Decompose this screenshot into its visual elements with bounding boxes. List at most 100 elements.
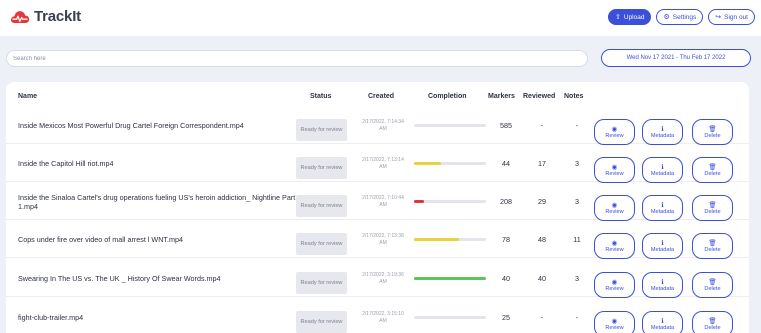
review-button[interactable]: ◉ Review bbox=[594, 272, 635, 298]
notes-count: - bbox=[575, 121, 579, 130]
created-ampm: AM bbox=[379, 317, 387, 324]
metadata-button[interactable]: ℹ Metadata bbox=[642, 311, 683, 333]
status-badge: Ready for review bbox=[296, 119, 347, 141]
header-reviewed[interactable]: Reviewed bbox=[523, 93, 555, 100]
completion-fill bbox=[414, 277, 486, 280]
sign-out-label: Sign out bbox=[724, 13, 748, 21]
delete-button[interactable]: 🗑 Delete bbox=[692, 272, 733, 298]
info-icon: ℹ bbox=[661, 278, 664, 286]
delete-button[interactable]: 🗑 Delete bbox=[692, 195, 733, 221]
review-button[interactable]: ◉ Review bbox=[594, 195, 635, 221]
eye-icon: ◉ bbox=[611, 278, 618, 286]
video-name[interactable]: fight-club-trailer.mp4 bbox=[18, 299, 300, 333]
app-title: TrackIt bbox=[34, 8, 81, 25]
trash-icon: 🗑 bbox=[708, 278, 717, 286]
metadata-label: Metadata bbox=[650, 170, 675, 177]
search-input[interactable] bbox=[6, 50, 588, 67]
review-button[interactable]: ◉ Review bbox=[594, 233, 635, 259]
created-cell: 2/17/2022, 3:19:36 AM bbox=[356, 260, 410, 297]
review-label: Review bbox=[605, 285, 624, 292]
delete-button[interactable]: 🗑 Delete bbox=[692, 119, 733, 145]
review-label: Review bbox=[605, 170, 624, 177]
markers-count: 208 bbox=[500, 197, 512, 206]
completion-bar bbox=[414, 299, 486, 333]
created-ampm: AM bbox=[379, 201, 387, 208]
delete-label: Delete bbox=[704, 246, 721, 253]
created-date: 2/17/2022, 7:10:44 bbox=[362, 195, 404, 201]
completion-track bbox=[414, 162, 486, 165]
table-row[interactable]: Swearing In The US vs. The UK _ History … bbox=[6, 260, 749, 298]
metadata-label: Metadata bbox=[650, 285, 675, 292]
settings-button[interactable]: ⚙ Settings bbox=[656, 9, 704, 25]
sign-out-icon: ↪ bbox=[715, 14, 722, 21]
created-ampm: AM bbox=[379, 125, 387, 132]
delete-button[interactable]: 🗑 Delete bbox=[692, 233, 733, 259]
metadata-button[interactable]: ℹ Metadata bbox=[642, 119, 683, 145]
video-name[interactable]: Swearing In The US vs. The UK _ History … bbox=[18, 260, 300, 297]
info-icon: ℹ bbox=[661, 163, 664, 171]
created-cell: 2/17/2022, 7:10:44 AM bbox=[356, 183, 410, 220]
metadata-button[interactable]: ℹ Metadata bbox=[642, 195, 683, 221]
upload-label: Upload bbox=[623, 13, 645, 21]
markers-count: 25 bbox=[502, 313, 510, 322]
created-cell: 2/17/2022, 7:13:38 AM bbox=[356, 221, 410, 258]
upload-button[interactable]: ⇧ Upload bbox=[608, 9, 652, 25]
eye-icon: ◉ bbox=[611, 317, 618, 325]
delete-button[interactable]: 🗑 Delete bbox=[692, 311, 733, 333]
status-badge: Ready for review bbox=[296, 233, 347, 255]
video-name[interactable]: Inside Mexicos Most Powerful Drug Cartel… bbox=[18, 107, 300, 144]
review-label: Review bbox=[605, 246, 624, 253]
reviewed-count: 29 bbox=[538, 197, 546, 206]
review-label: Review bbox=[605, 132, 624, 139]
reviewed-count: - bbox=[540, 313, 544, 322]
metadata-button[interactable]: ℹ Metadata bbox=[642, 233, 683, 259]
markers-count: 78 bbox=[502, 235, 510, 244]
sign-out-button[interactable]: ↪ Sign out bbox=[708, 9, 755, 25]
video-name[interactable]: Inside the Sinaloa Cartel's drug operati… bbox=[18, 183, 300, 220]
table-row[interactable]: Inside the Sinaloa Cartel's drug operati… bbox=[6, 183, 749, 221]
completion-track bbox=[414, 316, 486, 319]
header-markers[interactable]: Markers bbox=[488, 93, 515, 100]
delete-label: Delete bbox=[704, 132, 721, 139]
header-notes[interactable]: Notes bbox=[564, 93, 583, 100]
video-name[interactable]: Inside the Capitol Hill riot.mp4 bbox=[18, 145, 300, 182]
info-icon: ℹ bbox=[661, 317, 664, 325]
info-icon: ℹ bbox=[661, 125, 664, 133]
eye-icon: ◉ bbox=[611, 239, 618, 247]
table-row[interactable]: Cops under fire over video of mall arres… bbox=[6, 221, 749, 259]
review-button[interactable]: ◉ Review bbox=[594, 311, 635, 333]
header-created[interactable]: Created bbox=[368, 93, 394, 100]
markers-count: 44 bbox=[502, 159, 510, 168]
completion-track bbox=[414, 124, 486, 127]
table-row[interactable]: fight-club-trailer.mp4 Ready for review 2/… bbox=[6, 299, 749, 333]
eye-icon: ◉ bbox=[611, 163, 618, 171]
metadata-button[interactable]: ℹ Metadata bbox=[642, 272, 683, 298]
trash-icon: 🗑 bbox=[708, 125, 717, 133]
header-status[interactable]: Status bbox=[310, 93, 331, 100]
app-logo[interactable]: TrackIt bbox=[10, 8, 81, 25]
created-cell: 2/17/2022, 7:14:34 AM bbox=[356, 107, 410, 144]
date-range-picker[interactable]: Wed Nov 17 2021 - Thu Feb 17 2022 bbox=[601, 49, 751, 67]
video-name[interactable]: Cops under fire over video of mall arres… bbox=[18, 221, 300, 258]
table-row[interactable]: Inside the Capitol Hill riot.mp4 Ready fo… bbox=[6, 145, 749, 183]
trash-icon: 🗑 bbox=[708, 201, 717, 209]
created-date: 2/17/2022, 3:15:10 bbox=[362, 311, 404, 317]
reviewed-count: 48 bbox=[538, 235, 546, 244]
completion-bar bbox=[414, 260, 486, 297]
metadata-button[interactable]: ℹ Metadata bbox=[642, 157, 683, 183]
markers-count: 40 bbox=[502, 274, 510, 283]
header-completion[interactable]: Completion bbox=[428, 93, 467, 100]
notes-count: 3 bbox=[575, 159, 579, 168]
review-button[interactable]: ◉ Review bbox=[594, 119, 635, 145]
header-name[interactable]: Name bbox=[18, 93, 37, 100]
info-icon: ℹ bbox=[661, 239, 664, 247]
created-ampm: AM bbox=[379, 239, 387, 246]
created-cell: 2/17/2022, 3:15:10 AM bbox=[356, 299, 410, 333]
table-row[interactable]: Inside Mexicos Most Powerful Drug Cartel… bbox=[6, 107, 749, 145]
created-ampm: AM bbox=[379, 278, 387, 285]
review-button[interactable]: ◉ Review bbox=[594, 157, 635, 183]
gear-icon: ⚙ bbox=[663, 14, 670, 21]
completion-fill bbox=[414, 162, 442, 165]
delete-button[interactable]: 🗑 Delete bbox=[692, 157, 733, 183]
completion-bar bbox=[414, 221, 486, 258]
